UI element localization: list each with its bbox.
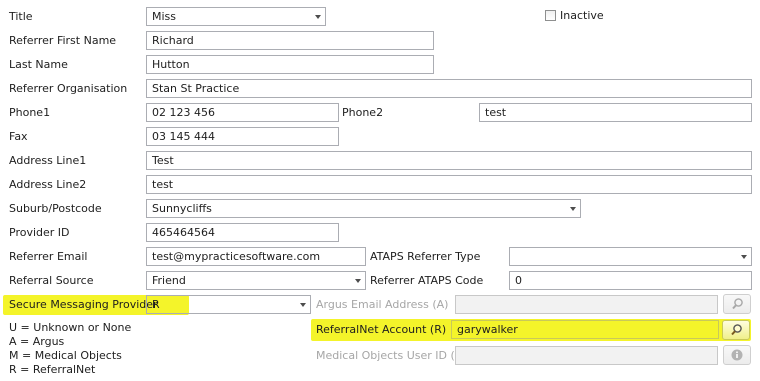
title-value: Miss [152,10,177,23]
referral-source-select[interactable]: Friend [146,271,366,290]
suburb-postcode-label: Suburb/Postcode [9,202,102,215]
secure-messaging-provider-value: R [152,298,160,311]
referrer-organisation-label: Referrer Organisation [9,82,128,95]
argus-email-address-label: Argus Email Address (A) [316,298,449,311]
address-line1-input[interactable]: Test [146,151,752,170]
argus-email-address-input[interactable] [455,295,718,314]
inactive-label: Inactive [560,9,604,22]
referrer-first-name-label: Referrer First Name [9,34,117,47]
fax-input[interactable]: 03 145 444 [146,127,339,146]
provider-legend-argus: A = Argus [9,335,65,348]
chevron-down-icon [315,15,321,19]
provider-legend-medical-objects: M = Medical Objects [9,349,122,362]
medical-objects-user-id-input[interactable] [455,346,718,365]
magnifier-icon [731,324,742,336]
last-name-input[interactable]: Hutton [146,55,434,74]
phone1-input[interactable]: 02 123 456 [146,103,339,122]
referralnet-account-label: ReferralNet Account (R) [316,323,447,336]
info-icon [731,349,743,361]
address-line1-label: Address Line1 [9,154,87,167]
referrer-organisation-input[interactable]: Stan St Practice [146,79,752,98]
referrer-email-label: Referrer Email [9,250,88,263]
argus-search-button[interactable] [723,294,751,314]
provider-legend-unknown: U = Unknown or None [9,321,132,334]
ataps-referrer-type-label: ATAPS Referrer Type [370,250,481,263]
referral-source-value: Friend [152,274,186,287]
inactive-checkbox[interactable] [545,10,556,21]
referral-source-label: Referral Source [9,274,94,287]
referralnet-account-input[interactable]: garywalker [451,320,719,339]
referrer-ataps-code-label: Referrer ATAPS Code [370,274,484,287]
chevron-down-icon [355,279,361,283]
referrer-email-input[interactable]: test@mypracticesoftware.com [146,247,366,266]
medical-objects-user-id-label: Medical Objects User ID (M) [316,349,469,362]
chevron-down-icon [741,255,747,259]
phone2-label: Phone2 [342,106,384,119]
provider-id-label: Provider ID [9,226,70,239]
medical-objects-info-button[interactable] [723,345,751,365]
provider-id-input[interactable]: 465464564 [146,223,339,242]
fax-label: Fax [9,130,28,143]
last-name-label: Last Name [9,58,68,71]
provider-legend-referralnet: R = ReferralNet [9,363,96,376]
ataps-referrer-type-select[interactable] [509,247,752,266]
title-select[interactable]: Miss [146,7,326,26]
secure-messaging-provider-select[interactable]: R [146,295,311,314]
suburb-postcode-value: Sunnycliffs [152,202,212,215]
chevron-down-icon [300,303,306,307]
referrer-ataps-code-input[interactable]: 0 [509,271,752,290]
address-line2-label: Address Line2 [9,178,87,191]
magnifier-icon [732,298,743,310]
suburb-postcode-select[interactable]: Sunnycliffs [146,199,581,218]
secure-messaging-provider-label: Secure Messaging Provider [9,298,158,311]
referrer-first-name-input[interactable]: Richard [146,31,434,50]
phone2-input[interactable]: test [479,103,752,122]
chevron-down-icon [570,207,576,211]
referralnet-search-button[interactable] [722,320,750,340]
address-line2-input[interactable]: test [146,175,752,194]
phone1-label: Phone1 [9,106,51,119]
title-label: Title [9,10,33,23]
